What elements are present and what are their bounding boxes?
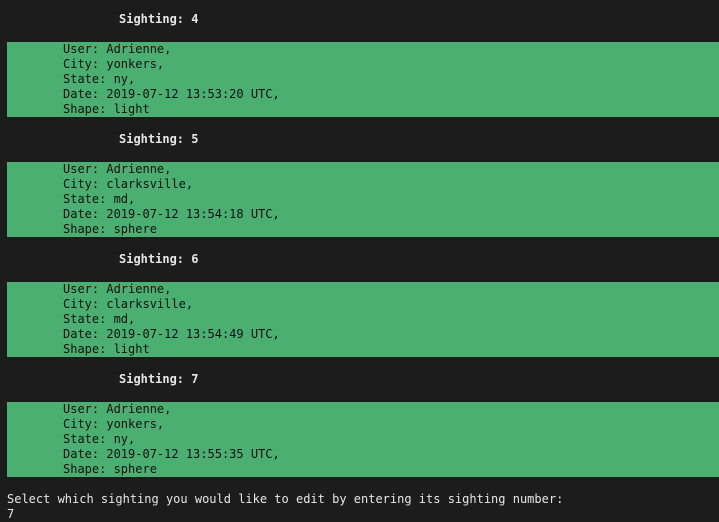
sighting-shape: Shape: sphere bbox=[63, 222, 157, 236]
terminal-window[interactable]: Sighting: 4 User: Adrienne, City: yonker… bbox=[0, 0, 719, 522]
sighting-state: State: ny, bbox=[63, 432, 136, 446]
sighting-state: State: md, bbox=[63, 192, 136, 206]
sighting-state: State: ny, bbox=[63, 72, 136, 86]
sighting-shape: Shape: light bbox=[63, 342, 150, 356]
sighting-heading: Sighting: 5 bbox=[119, 132, 199, 146]
sighting-record: User: Adrienne, City: yonkers, State: ny… bbox=[7, 402, 719, 477]
prompt-input[interactable]: 7 bbox=[7, 507, 14, 522]
sighting-record: User: Adrienne, City: yonkers, State: ny… bbox=[7, 42, 719, 117]
sighting-heading: Sighting: 7 bbox=[119, 372, 199, 386]
sighting-city: City: clarksville, bbox=[63, 297, 194, 311]
sighting-date: Date: 2019-07-12 13:54:49 UTC, bbox=[63, 327, 280, 341]
sighting-user: User: Adrienne, bbox=[63, 162, 172, 176]
sighting-city: City: yonkers, bbox=[63, 417, 165, 431]
sighting-heading: Sighting: 4 bbox=[119, 12, 199, 26]
sighting-shape: Shape: light bbox=[63, 102, 150, 116]
sighting-record: User: Adrienne, City: clarksville, State… bbox=[7, 162, 719, 237]
sighting-user: User: Adrienne, bbox=[63, 282, 172, 296]
sighting-shape: Shape: sphere bbox=[63, 462, 157, 476]
sighting-user: User: Adrienne, bbox=[63, 42, 172, 56]
sighting-city: City: yonkers, bbox=[63, 57, 165, 71]
sighting-heading: Sighting: 6 bbox=[119, 252, 199, 266]
sighting-date: Date: 2019-07-12 13:54:18 UTC, bbox=[63, 207, 280, 221]
sighting-city: City: clarksville, bbox=[63, 177, 194, 191]
sighting-date: Date: 2019-07-12 13:53:20 UTC, bbox=[63, 87, 280, 101]
edit-prompt: Select which sighting you would like to … bbox=[7, 492, 564, 506]
sighting-date: Date: 2019-07-12 13:55:35 UTC, bbox=[63, 447, 280, 461]
sighting-state: State: md, bbox=[63, 312, 136, 326]
sighting-record: User: Adrienne, City: clarksville, State… bbox=[7, 282, 719, 357]
sighting-user: User: Adrienne, bbox=[63, 402, 172, 416]
